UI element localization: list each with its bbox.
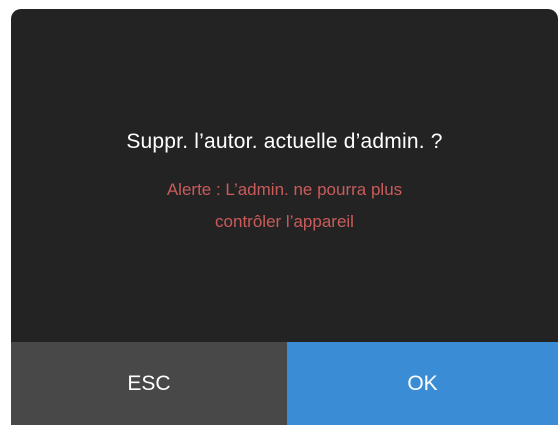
warning-line-2: contrôler l’appareil bbox=[215, 212, 354, 231]
confirm-dialog: Suppr. l’autor. actuelle d’admin. ? Aler… bbox=[11, 9, 558, 425]
warning-line-1: Alerte : L’admin. ne pourra plus bbox=[166, 180, 403, 199]
dialog-message-area: Suppr. l’autor. actuelle d’admin. ? Aler… bbox=[11, 9, 558, 342]
dialog-title: Suppr. l’autor. actuelle d’admin. ? bbox=[126, 130, 443, 153]
ok-button[interactable]: OK bbox=[287, 342, 558, 425]
esc-button[interactable]: ESC bbox=[11, 342, 287, 425]
dialog-actions: ESC OK bbox=[11, 342, 558, 425]
dialog-warning: Alerte : L’admin. ne pourra plus contrôl… bbox=[81, 174, 488, 238]
